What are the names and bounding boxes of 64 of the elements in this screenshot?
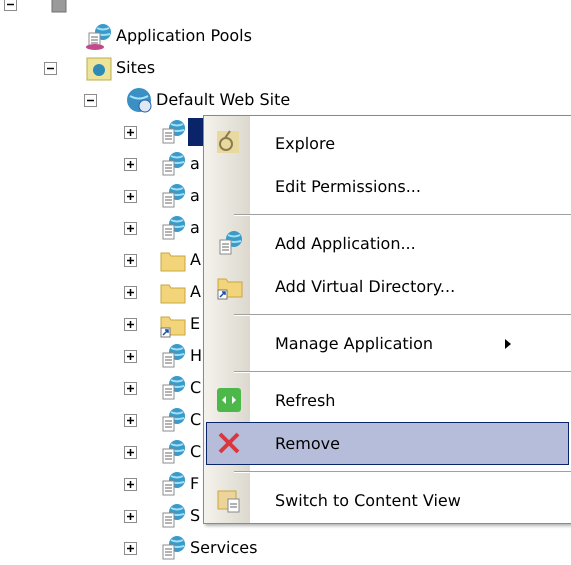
- tree-item-label[interactable]: C: [190, 408, 202, 432]
- menu-item[interactable]: Remove: [206, 422, 569, 465]
- globe-document-icon: [162, 152, 185, 176]
- tree-item-label[interactable]: Application Pools: [116, 24, 252, 48]
- tree-item-label[interactable]: Default Web Site: [156, 88, 290, 112]
- expand-icon[interactable]: [124, 446, 137, 459]
- refresh-icon: [217, 388, 241, 412]
- menu-item[interactable]: Add Virtual Directory...: [206, 265, 569, 308]
- globe-document-icon: [162, 120, 185, 144]
- tree-item-label[interactable]: a: [190, 184, 200, 208]
- tree-item-label[interactable]: C: [190, 440, 202, 464]
- remove-icon: [218, 432, 240, 454]
- folder-shortcut-icon: [218, 278, 242, 300]
- expand-icon[interactable]: [124, 382, 137, 395]
- tree-item-label[interactable]: Services: [190, 536, 258, 560]
- globe-document-icon: [220, 231, 242, 254]
- globe-document-icon: [162, 504, 185, 528]
- tree-item-label[interactable]: F: [190, 472, 200, 496]
- tree-item-label[interactable]: C: [190, 376, 202, 400]
- folder-icon: [160, 284, 186, 304]
- tree-item-label[interactable]: H: [190, 344, 202, 368]
- expand-icon[interactable]: [124, 414, 137, 427]
- sites-folder-icon: [86, 58, 112, 80]
- menu-item[interactable]: Explore: [206, 122, 569, 165]
- globe-icon: [127, 88, 152, 112]
- expand-icon[interactable]: [124, 350, 137, 363]
- expand-icon[interactable]: [124, 286, 137, 299]
- expand-icon[interactable]: [124, 190, 137, 203]
- expand-icon[interactable]: [124, 510, 137, 523]
- expand-icon[interactable]: [124, 542, 137, 555]
- tree-item-label[interactable]: S: [190, 504, 200, 528]
- globe-document-icon: [162, 440, 185, 464]
- expand-icon[interactable]: [124, 222, 137, 235]
- server-icon: [52, 0, 66, 12]
- globe-document-icon: [162, 344, 185, 368]
- menu-item[interactable]: Edit Permissions...: [206, 165, 569, 208]
- tree-item-label[interactable]: E: [190, 312, 200, 336]
- globe-document-icon: [162, 536, 185, 560]
- folder-icon: [160, 252, 186, 272]
- menu-item[interactable]: Manage Application: [206, 322, 569, 365]
- expand-icon[interactable]: [124, 158, 137, 171]
- tree-item-label[interactable]: A: [190, 280, 201, 304]
- collapse-icon[interactable]: [4, 0, 17, 11]
- collapse-icon[interactable]: [44, 62, 57, 75]
- tree-item-label[interactable]: Sites: [116, 56, 156, 80]
- globe-document-icon: [162, 184, 185, 208]
- application-pool-icon: [86, 24, 111, 50]
- globe-document-icon: [162, 472, 185, 496]
- folder-shortcut-icon: [160, 316, 186, 338]
- expand-icon[interactable]: [124, 126, 137, 139]
- expand-icon[interactable]: [124, 254, 137, 267]
- folders-document-icon: [218, 490, 240, 512]
- globe-document-icon: [162, 408, 185, 432]
- tree-item-label[interactable]: A: [190, 248, 201, 272]
- globe-document-icon: [162, 376, 185, 400]
- menu-item[interactable]: Switch to Content View: [206, 479, 569, 522]
- tree-item-label[interactable]: a: [190, 152, 200, 176]
- menu-item[interactable]: Refresh: [206, 379, 569, 422]
- menu-item[interactable]: Add Application...: [206, 222, 569, 265]
- expand-icon[interactable]: [124, 478, 137, 491]
- tree-item-label[interactable]: a: [190, 216, 200, 240]
- collapse-icon[interactable]: [84, 94, 97, 107]
- expand-icon[interactable]: [124, 318, 137, 331]
- globe-document-icon: [162, 216, 185, 240]
